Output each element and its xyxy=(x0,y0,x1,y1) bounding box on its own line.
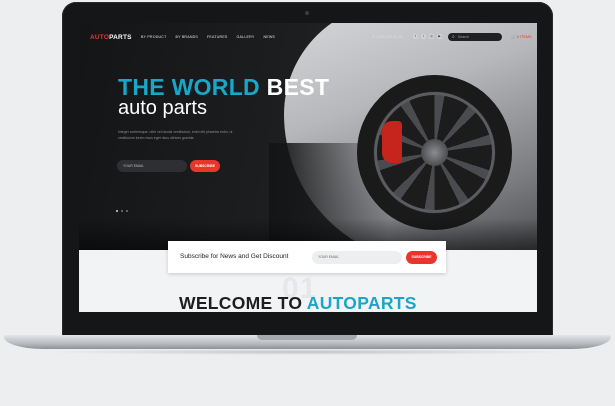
wheel-hub xyxy=(421,139,448,166)
cart-button[interactable]: 🛒 0 ITEMS xyxy=(511,34,532,39)
subscribe-email-input[interactable]: YOUR EMAIL xyxy=(312,251,402,264)
camera-icon xyxy=(305,11,309,15)
brake-caliper xyxy=(382,121,402,163)
browser-screen: AUTOPARTS BY PRODUCT BY BRANDS FEATURES … xyxy=(79,23,537,312)
nav-link-news[interactable]: NEWS xyxy=(263,35,275,39)
welcome-heading: WELCOME TO AUTOPARTS xyxy=(179,293,417,312)
phone-number[interactable]: ✆ 1 800 000 00 00 xyxy=(372,35,402,39)
subscribe-panel: Subscribe for News and Get Discount YOUR… xyxy=(168,241,446,273)
social-links: f t ◎ ▶ xyxy=(413,34,442,39)
search-icon: ⌕ xyxy=(452,34,455,40)
search-placeholder: Search xyxy=(457,35,470,39)
hero-section: AUTOPARTS BY PRODUCT BY BRANDS FEATURES … xyxy=(79,23,537,250)
youtube-icon[interactable]: ▶ xyxy=(437,34,442,39)
hero-title-rest: BEST xyxy=(266,74,330,100)
slider-dot-2[interactable] xyxy=(121,210,123,212)
nav-link-features[interactable]: FEATURES xyxy=(207,35,228,39)
nav-link-by-brands[interactable]: BY BRANDS xyxy=(176,35,199,39)
hero-email-input[interactable]: YOUR EMAIL xyxy=(117,160,187,172)
hero-description: Integer scelerisque, nibh vel iaculis ve… xyxy=(118,130,233,140)
twitter-icon[interactable]: t xyxy=(421,34,426,39)
instagram-icon[interactable]: ◎ xyxy=(429,34,434,39)
search-input[interactable]: ⌕ Search xyxy=(448,33,502,41)
laptop-shadow xyxy=(40,349,575,355)
slider-dots xyxy=(116,210,128,212)
slider-dot-3[interactable] xyxy=(126,210,128,212)
logo[interactable]: AUTOPARTS xyxy=(90,34,132,41)
facebook-icon[interactable]: f xyxy=(413,34,418,39)
nav-link-by-product[interactable]: BY PRODUCT xyxy=(141,35,167,39)
top-nav: AUTOPARTS BY PRODUCT BY BRANDS FEATURES … xyxy=(79,23,537,53)
welcome-prefix: WELCOME TO xyxy=(179,293,303,312)
welcome-highlight: AUTOPARTS xyxy=(306,293,417,312)
logo-suffix: PARTS xyxy=(109,34,132,41)
logo-prefix: AUTO xyxy=(90,34,110,41)
nav-link-gallery[interactable]: GALLERY xyxy=(237,35,255,39)
laptop-notch xyxy=(257,335,357,340)
subscribe-text: Subscribe for News and Get Discount xyxy=(180,253,289,260)
nav-links: BY PRODUCT BY BRANDS FEATURES GALLERY NE… xyxy=(141,35,275,39)
hero-subtitle: auto parts xyxy=(118,97,207,119)
slider-dot-1[interactable] xyxy=(116,210,118,212)
subscribe-button[interactable]: SUBSCRIBE xyxy=(406,251,437,264)
hero-subscribe-button[interactable]: SUBSCRIBE xyxy=(190,160,220,172)
